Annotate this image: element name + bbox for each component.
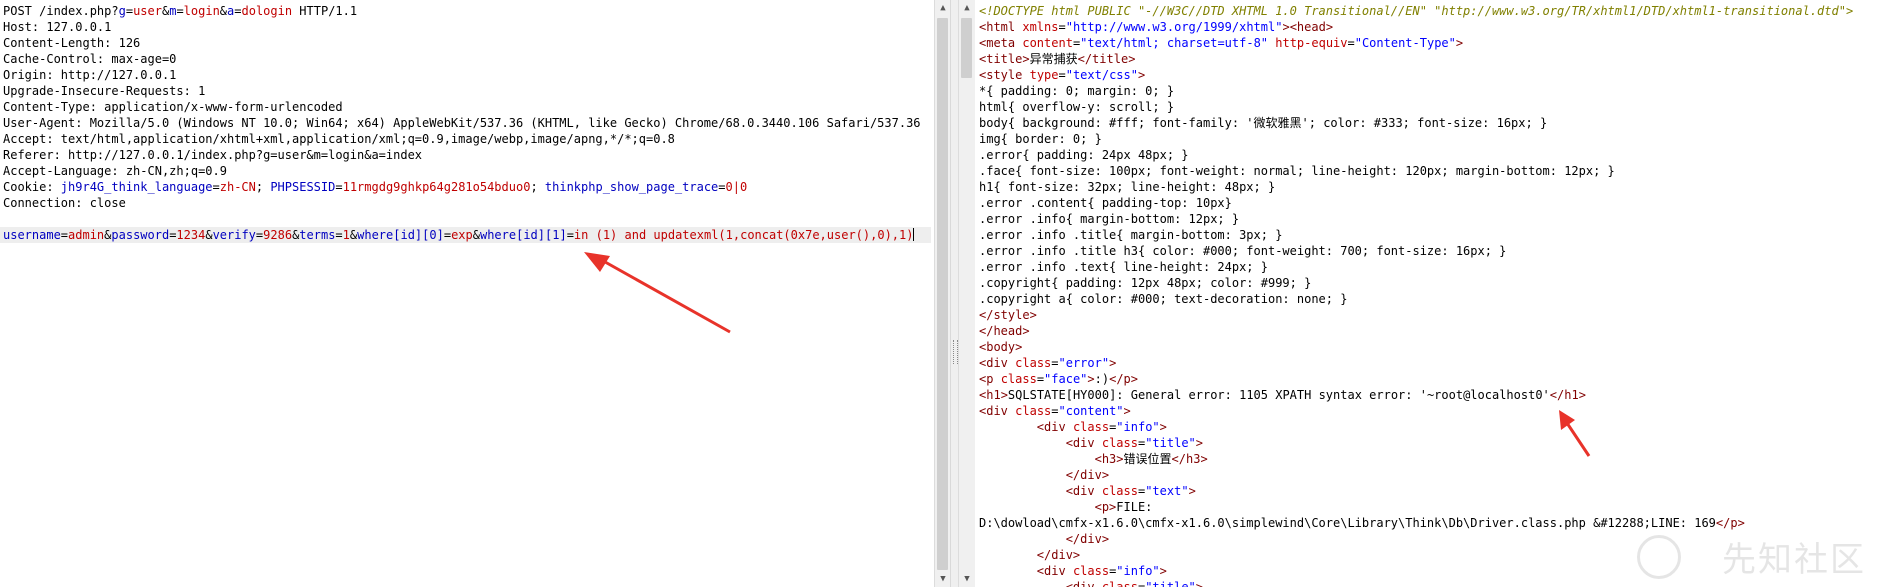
response-line: <h1>SQLSTATE[HY000]: General error: 1105… [979, 388, 1586, 402]
response-line: h1{ font-size: 32px; line-height: 48px; … [979, 180, 1276, 194]
request-line[interactable]: Accept: text/html,application/xhtml+xml,… [3, 131, 931, 147]
response-line: <div class="info"> [1036, 420, 1167, 434]
request-scroll-thumb[interactable] [937, 18, 948, 570]
response-line: .error{ padding: 24px 48px; } [979, 148, 1189, 162]
request-line[interactable]: username=admin&password=1234&verify=9286… [0, 227, 931, 243]
response-line: .copyright{ padding: 12px 48px; color: #… [979, 276, 1312, 290]
response-line: .face{ font-size: 100px; font-weight: no… [979, 164, 1615, 178]
request-line[interactable]: Cache-Control: max-age=0 [3, 51, 931, 67]
request-line[interactable]: POST /index.php?g=user&m=login&a=dologin… [3, 3, 931, 19]
response-scrollbar[interactable]: ▲ ▼ [958, 0, 975, 587]
response-line: <style type="text/css"> [979, 68, 1146, 82]
response-line: <div class="error"> [979, 356, 1117, 370]
response-line: html{ overflow-y: scroll; } [979, 100, 1175, 114]
response-scroll-thumb[interactable] [961, 18, 972, 78]
response-line: <p>FILE: [1094, 500, 1153, 514]
request-line[interactable]: Upgrade-Insecure-Requests: 1 [3, 83, 931, 99]
request-line[interactable]: User-Agent: Mozilla/5.0 (Windows NT 10.0… [3, 115, 931, 131]
request-line[interactable]: Cookie: jh9r4G_think_language=zh-CN; PHP… [3, 179, 931, 195]
watermark-logo-icon [1637, 535, 1681, 579]
request-line[interactable]: Connection: close [3, 195, 931, 211]
response-line: D:\dowload\cmfx-x1.6.0\cmfx-x1.6.0\simpl… [979, 516, 1745, 530]
response-line: <body> [979, 340, 1023, 354]
response-line: .error .info .title h3{ color: #000; fon… [979, 244, 1507, 258]
response-line: body{ background: #fff; font-family: '微软… [979, 116, 1548, 130]
response-line: <html xmlns="http://www.w3.org/1999/xhtm… [979, 20, 1334, 34]
request-line[interactable]: Accept-Language: zh-CN,zh;q=0.9 [3, 163, 931, 179]
request-line[interactable]: Origin: http://127.0.0.1 [3, 67, 931, 83]
scroll-up-icon[interactable]: ▲ [935, 0, 951, 16]
response-line: </style> [979, 308, 1037, 322]
request-line[interactable]: Host: 127.0.0.1 [3, 19, 931, 35]
response-line: .copyright a{ color: #000; text-decorati… [979, 292, 1348, 306]
request-line[interactable]: Referer: http://127.0.0.1/index.php?g=us… [3, 147, 931, 163]
response-line: img{ border: 0; } [979, 132, 1102, 146]
response-line: </div> [1065, 468, 1110, 482]
request-text[interactable]: POST /index.php?g=user&m=login&a=dologin… [0, 3, 931, 243]
request-line[interactable] [3, 211, 931, 227]
response-line: <!DOCTYPE html PUBLIC "-//W3C//DTD XHTML… [979, 4, 1854, 18]
scroll-down-icon[interactable]: ▼ [935, 571, 951, 587]
response-line: <title>异常捕获</title> [979, 52, 1136, 66]
response-line: <meta content="text/html; charset=utf-8"… [979, 36, 1464, 50]
response-text: <!DOCTYPE html PUBLIC "-//W3C//DTD XHTML… [979, 3, 1853, 587]
response-line: <div class="title"> [1065, 436, 1204, 450]
response-line: .error .content{ padding-top: 10px} [979, 196, 1232, 210]
scroll-up-icon[interactable]: ▲ [959, 0, 975, 16]
request-line[interactable]: Content-Length: 126 [3, 35, 931, 51]
response-line: *{ padding: 0; margin: 0; } [979, 84, 1175, 98]
response-line: .error .info{ margin-bottom: 12px; } [979, 212, 1240, 226]
request-editor[interactable]: POST /index.php?g=user&m=login&a=dologin… [0, 0, 934, 587]
response-line: .error .info .text{ line-height: 24px; } [979, 260, 1268, 274]
response-line: .error .info .title{ margin-bottom: 3px;… [979, 228, 1283, 242]
request-line[interactable]: Content-Type: application/x-www-form-url… [3, 99, 931, 115]
response-line: <div class="text"> [1065, 484, 1196, 498]
response-line: <h3>错误位置</h3> [1094, 452, 1208, 466]
watermark: 先知社区 [1722, 540, 1866, 580]
response-line: </head> [979, 324, 1030, 338]
scroll-down-icon[interactable]: ▼ [959, 571, 975, 587]
text-caret [913, 228, 915, 241]
response-line: <div class="content"> [979, 404, 1131, 418]
response-viewer[interactable]: <!DOCTYPE html PUBLIC "-//W3C//DTD XHTML… [975, 0, 1886, 587]
request-scrollbar[interactable]: ▲ ▼ [934, 0, 951, 587]
response-line: <p class="face">:)</p> [979, 372, 1139, 386]
